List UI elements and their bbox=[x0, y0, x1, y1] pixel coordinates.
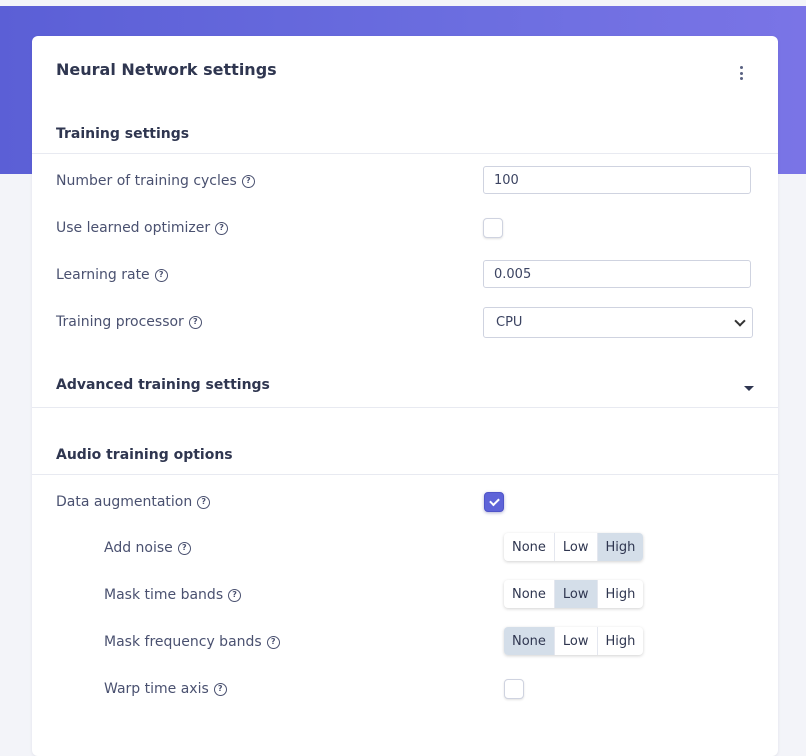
row-mask-time-bands: Mask time bands ? None Low High bbox=[104, 579, 754, 611]
help-icon[interactable]: ? bbox=[241, 174, 255, 188]
segment-option-high[interactable]: High bbox=[596, 580, 644, 608]
row-warp-time-axis: Warp time axis ? bbox=[104, 673, 754, 705]
divider bbox=[32, 407, 778, 408]
divider bbox=[32, 153, 778, 154]
segment-option-none[interactable]: None bbox=[504, 580, 554, 608]
row-training-processor: Training processor ? CPU bbox=[56, 306, 754, 338]
help-icon[interactable]: ? bbox=[154, 268, 168, 282]
learned-optimizer-label: Use learned optimizer ? bbox=[56, 220, 229, 236]
help-icon[interactable]: ? bbox=[177, 541, 191, 555]
segment-option-low[interactable]: Low bbox=[553, 533, 597, 561]
row-training-cycles: Number of training cycles ? bbox=[56, 165, 754, 197]
training-processor-select[interactable]: CPU bbox=[483, 307, 753, 338]
mask-time-bands-segmented[interactable]: None Low High bbox=[504, 580, 644, 608]
row-add-noise: Add noise ? None Low High bbox=[104, 532, 754, 564]
section-title-audio: Audio training options bbox=[56, 447, 233, 463]
row-mask-frequency-bands: Mask frequency bands ? None Low High bbox=[104, 626, 754, 658]
help-icon[interactable]: ? bbox=[188, 315, 202, 329]
help-icon[interactable]: ? bbox=[215, 221, 229, 235]
segment-option-low[interactable]: Low bbox=[553, 627, 597, 655]
help-icon[interactable]: ? bbox=[213, 682, 227, 696]
mask-time-bands-label: Mask time bands ? bbox=[104, 587, 242, 603]
add-noise-label: Add noise ? bbox=[104, 540, 191, 556]
segment-option-none[interactable]: None bbox=[504, 533, 554, 561]
row-learned-optimizer: Use learned optimizer ? bbox=[56, 212, 754, 244]
add-noise-segmented[interactable]: None Low High bbox=[504, 533, 644, 561]
training-processor-value: CPU bbox=[496, 315, 523, 330]
help-icon[interactable]: ? bbox=[266, 635, 280, 649]
data-augmentation-label: Data augmentation ? bbox=[56, 494, 211, 510]
segment-option-high[interactable]: High bbox=[596, 627, 644, 655]
section-title-advanced[interactable]: Advanced training settings bbox=[56, 377, 270, 393]
segment-option-none[interactable]: None bbox=[504, 627, 554, 655]
row-learning-rate: Learning rate ? bbox=[56, 259, 754, 291]
segment-option-low[interactable]: Low bbox=[553, 580, 597, 608]
caret-down-icon[interactable] bbox=[744, 386, 754, 391]
data-augmentation-checkbox[interactable] bbox=[484, 492, 504, 512]
learned-optimizer-checkbox[interactable] bbox=[483, 218, 503, 238]
card-title: Neural Network settings bbox=[56, 60, 277, 79]
neural-network-settings-card: Neural Network settings Training setting… bbox=[32, 36, 778, 756]
segment-option-high[interactable]: High bbox=[596, 533, 644, 561]
kebab-menu-icon[interactable] bbox=[734, 66, 748, 80]
warp-time-axis-checkbox[interactable] bbox=[504, 679, 524, 699]
section-title-training: Training settings bbox=[56, 126, 190, 142]
training-processor-label: Training processor ? bbox=[56, 314, 202, 330]
chevron-down-icon bbox=[734, 315, 746, 327]
mask-frequency-bands-segmented[interactable]: None Low High bbox=[504, 627, 644, 655]
training-cycles-input[interactable] bbox=[483, 166, 751, 194]
learning-rate-label: Learning rate ? bbox=[56, 267, 168, 283]
divider bbox=[32, 474, 778, 475]
mask-frequency-bands-label: Mask frequency bands ? bbox=[104, 634, 280, 650]
help-icon[interactable]: ? bbox=[228, 588, 242, 602]
warp-time-axis-label: Warp time axis ? bbox=[104, 681, 227, 697]
training-cycles-label: Number of training cycles ? bbox=[56, 173, 255, 189]
row-data-augmentation: Data augmentation ? bbox=[56, 486, 754, 518]
help-icon[interactable]: ? bbox=[197, 495, 211, 509]
learning-rate-input[interactable] bbox=[483, 260, 751, 288]
